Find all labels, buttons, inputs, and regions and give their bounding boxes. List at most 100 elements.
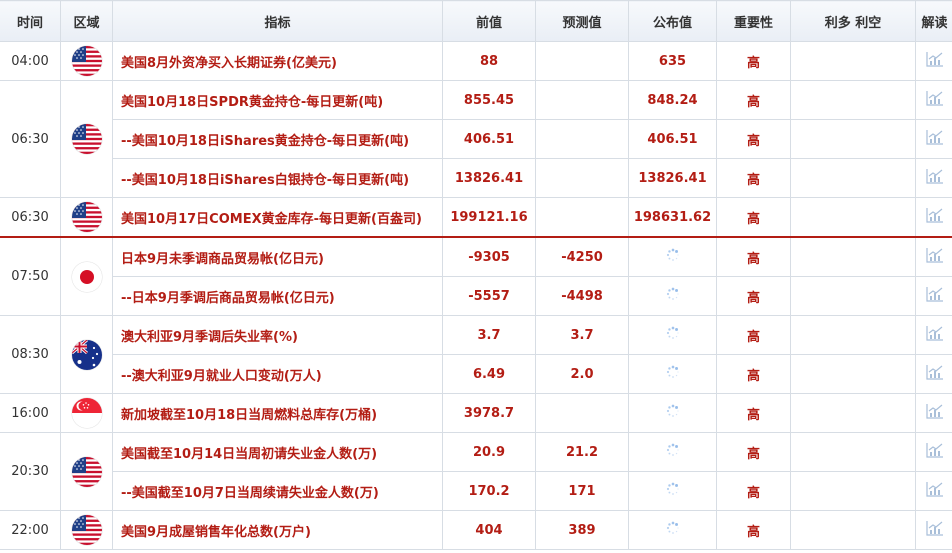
loading-spinner-icon: [666, 326, 680, 344]
indicator-cell[interactable]: --美国10月18日iShares白银持仓-每日更新(吨): [112, 158, 443, 198]
actual-cell: 635: [628, 41, 717, 81]
chart-icon[interactable]: [925, 520, 944, 540]
analysis-cell: [915, 41, 952, 81]
forecast-cell: 171: [535, 471, 629, 511]
importance-cell: 高: [716, 354, 791, 394]
chart-icon[interactable]: [925, 207, 944, 227]
previous-cell: 6.49: [442, 354, 536, 394]
chart-icon[interactable]: [925, 403, 944, 423]
chart-icon[interactable]: [925, 247, 944, 267]
previous-cell: 199121.16: [442, 197, 536, 238]
loading-spinner-icon: [666, 365, 680, 383]
australia-flag-icon: [71, 339, 102, 370]
impact-cell: [790, 354, 916, 394]
table-row: 06:30 美国10月17日COMEX黄金库存-每日更新(百盎司) 199121…: [0, 197, 952, 238]
importance-cell: 高: [716, 236, 791, 277]
header-analysis: 解读: [915, 0, 952, 42]
analysis-cell: [915, 197, 952, 238]
indicator-cell[interactable]: 美国8月外资净买入长期证券(亿美元): [112, 41, 443, 81]
time-cell: 08:30: [0, 315, 61, 394]
indicator-cell[interactable]: --美国截至10月7日当周续请失业金人数(万): [112, 471, 443, 511]
chart-icon[interactable]: [925, 286, 944, 306]
indicator-cell[interactable]: --美国10月18日iShares黄金持仓-每日更新(吨): [112, 119, 443, 159]
time-cell: 20:30: [0, 432, 61, 511]
importance-cell: 高: [716, 276, 791, 316]
header-importance: 重要性: [716, 0, 791, 42]
region-cell: [60, 41, 113, 81]
impact-cell: [790, 315, 916, 355]
impact-cell: [790, 80, 916, 120]
indicator-cell[interactable]: 澳大利亚9月季调后失业率(%): [112, 315, 443, 355]
importance-cell: 高: [716, 432, 791, 472]
header-indicator: 指标: [112, 0, 443, 42]
importance-cell: 高: [716, 510, 791, 550]
forecast-cell: [535, 393, 629, 433]
table-row: 04:00 美国8月外资净买入长期证券(亿美元) 88 635 高: [0, 41, 952, 81]
actual-cell: [628, 432, 717, 472]
forecast-cell: 21.2: [535, 432, 629, 472]
header-previous: 前值: [442, 0, 536, 42]
chart-icon[interactable]: [925, 129, 944, 149]
table-row: 22:00 美国9月成屋销售年化总数(万户) 404 389 高: [0, 510, 952, 550]
previous-cell: 20.9: [442, 432, 536, 472]
actual-cell: 406.51: [628, 119, 717, 159]
table-row: --美国10月18日iShares黄金持仓-每日更新(吨) 406.51 406…: [0, 119, 952, 159]
time-cell: 16:00: [0, 393, 61, 433]
impact-cell: [790, 276, 916, 316]
header-actual: 公布值: [628, 0, 717, 42]
header-time: 时间: [0, 0, 61, 42]
region-cell: [60, 80, 113, 198]
region-cell: [60, 315, 113, 394]
indicator-cell[interactable]: 美国10月17日COMEX黄金库存-每日更新(百盎司): [112, 197, 443, 238]
chart-icon[interactable]: [925, 51, 944, 71]
previous-cell: 88: [442, 41, 536, 81]
chart-icon[interactable]: [925, 364, 944, 384]
actual-cell: 198631.62: [628, 197, 717, 238]
indicator-cell[interactable]: 日本9月未季调商品贸易帐(亿日元): [112, 236, 443, 277]
table-row: --日本9月季调后商品贸易帐(亿日元) -5557 -4498 高: [0, 276, 952, 316]
actual-cell: [628, 276, 717, 316]
impact-cell: [790, 393, 916, 433]
chart-icon[interactable]: [925, 90, 944, 110]
forecast-cell: 389: [535, 510, 629, 550]
table-row: --美国10月18日iShares白银持仓-每日更新(吨) 13826.41 1…: [0, 158, 952, 198]
analysis-cell: [915, 315, 952, 355]
indicator-cell[interactable]: 美国9月成屋销售年化总数(万户): [112, 510, 443, 550]
previous-cell: 3978.7: [442, 393, 536, 433]
indicator-cell[interactable]: 新加坡截至10月18日当周燃料总库存(万桶): [112, 393, 443, 433]
chart-icon[interactable]: [925, 481, 944, 501]
indicator-cell[interactable]: 美国10月18日SPDR黄金持仓-每日更新(吨): [112, 80, 443, 120]
indicator-cell[interactable]: --日本9月季调后商品贸易帐(亿日元): [112, 276, 443, 316]
indicator-cell[interactable]: 美国截至10月14日当周初请失业金人数(万): [112, 432, 443, 472]
table-row: --美国截至10月7日当周续请失业金人数(万) 170.2 171 高: [0, 471, 952, 511]
forecast-cell: -4498: [535, 276, 629, 316]
actual-cell: [628, 236, 717, 277]
indicator-cell[interactable]: --澳大利亚9月就业人口变动(万人): [112, 354, 443, 394]
table-row: 07:50 日本9月未季调商品贸易帐(亿日元) -9305 -4250 高: [0, 236, 952, 316]
analysis-cell: [915, 354, 952, 394]
chart-icon[interactable]: [925, 325, 944, 345]
chart-icon[interactable]: [925, 442, 944, 462]
previous-cell: 406.51: [442, 119, 536, 159]
loading-spinner-icon: [666, 287, 680, 305]
loading-spinner-icon: [666, 521, 680, 539]
analysis-cell: [915, 119, 952, 159]
forecast-cell: 2.0: [535, 354, 629, 394]
japan-flag-icon: [71, 261, 102, 292]
actual-cell: 13826.41: [628, 158, 717, 198]
time-cell: 07:50: [0, 236, 61, 316]
loading-spinner-icon: [666, 443, 680, 461]
forecast-cell: [535, 158, 629, 198]
analysis-cell: [915, 80, 952, 120]
chart-icon[interactable]: [925, 168, 944, 188]
analysis-cell: [915, 471, 952, 511]
importance-cell: 高: [716, 41, 791, 81]
table-row: 20:30 美国截至10月14日当周初请失业金人数(万) 20.9 21.2 高: [0, 432, 952, 511]
actual-cell: [628, 354, 717, 394]
us-flag-icon: [71, 46, 102, 76]
impact-cell: [790, 158, 916, 198]
impact-cell: [790, 236, 916, 277]
analysis-cell: [915, 393, 952, 433]
time-cell: 22:00: [0, 510, 61, 550]
forecast-cell: 3.7: [535, 315, 629, 355]
